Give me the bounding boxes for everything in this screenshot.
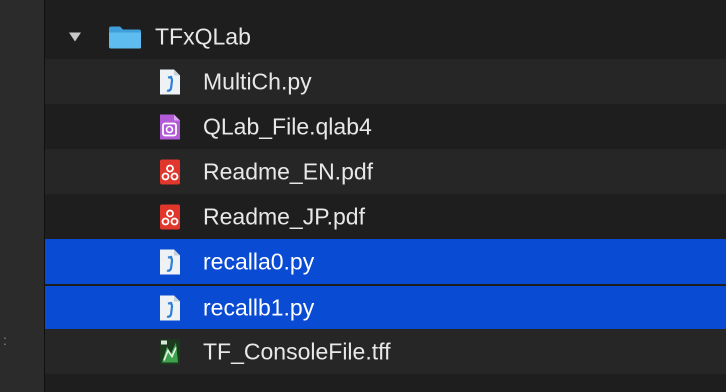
pdf-file-icon	[160, 159, 180, 184]
file-row-recallb1[interactable]: recallb1.py	[45, 284, 726, 329]
python-file-icon	[160, 69, 180, 94]
folder-name: TFxQLab	[155, 23, 251, 49]
tf-console-file-icon	[160, 339, 180, 364]
sidebar-edge: :	[0, 0, 44, 392]
file-row-readme-en[interactable]: Readme_EN.pdf	[45, 149, 726, 194]
python-file-icon	[160, 249, 180, 274]
file-name: recalla0.py	[203, 248, 315, 274]
file-row-multich[interactable]: MultiCh.py	[45, 59, 726, 104]
file-name: MultiCh.py	[203, 68, 312, 94]
file-name: TF_ConsoleFile.tff	[203, 338, 391, 364]
folder-row[interactable]: TFxQLab	[45, 14, 726, 59]
file-row-tf-console[interactable]: TF_ConsoleFile.tff	[45, 329, 726, 374]
disclosure-triangle-icon[interactable]	[69, 32, 81, 41]
file-name: Readme_EN.pdf	[203, 158, 374, 184]
file-row-qlab[interactable]: QLab_File.qlab4	[45, 104, 726, 149]
file-name: Readme_JP.pdf	[203, 203, 365, 229]
sidebar-resize-mark: :	[3, 332, 7, 348]
file-list: TFxQLab MultiCh.py QLab_File.qlab4 Readm…	[45, 14, 726, 374]
pdf-file-icon	[160, 204, 180, 229]
folder-icon	[109, 26, 141, 48]
qlab-file-icon	[160, 114, 180, 139]
file-row-readme-jp[interactable]: Readme_JP.pdf	[45, 194, 726, 239]
python-file-icon	[160, 295, 180, 320]
file-name: recallb1.py	[203, 294, 315, 320]
file-row-recalla0[interactable]: recalla0.py	[45, 239, 726, 284]
finder-window: : TFxQLab MultiCh.py QLab_File.qlab4 Rea…	[0, 0, 726, 392]
file-name: QLab_File.qlab4	[203, 113, 372, 139]
